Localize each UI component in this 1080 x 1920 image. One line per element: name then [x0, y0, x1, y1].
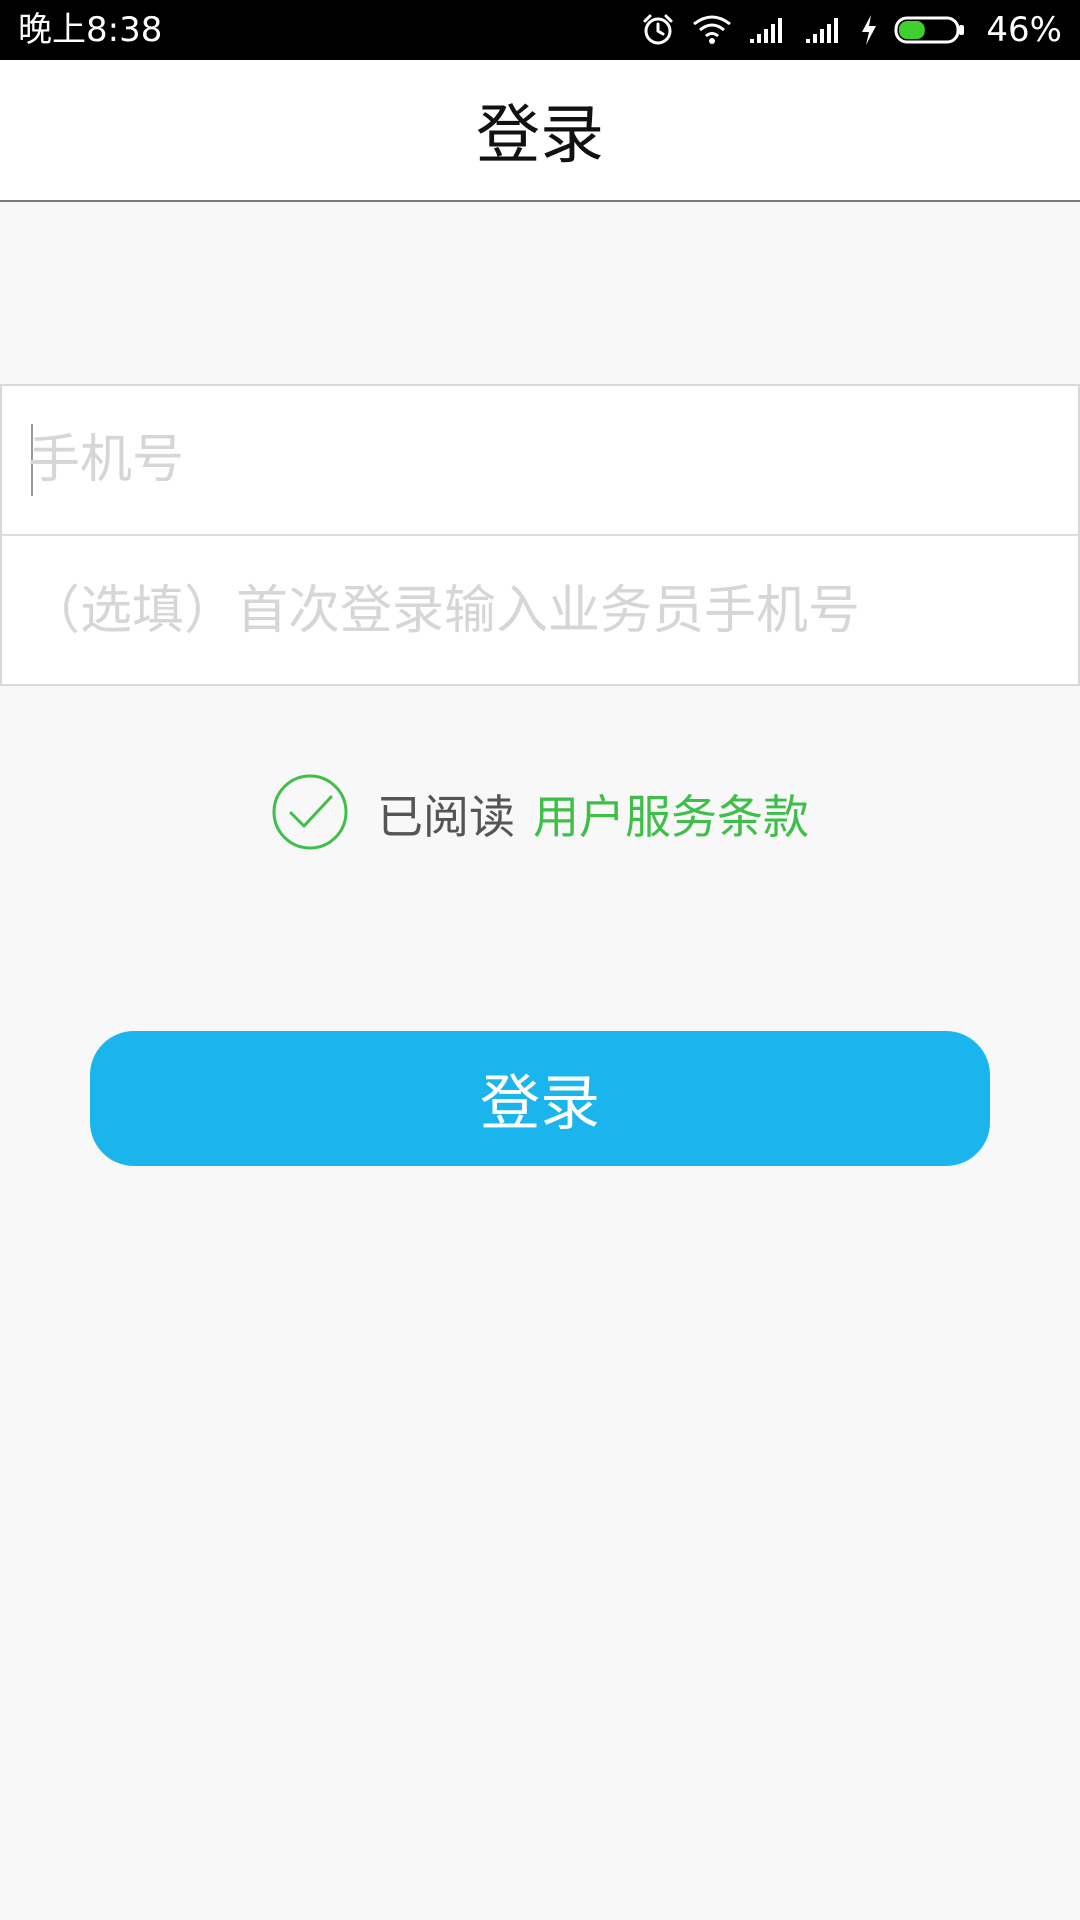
- battery-percent: 46%: [986, 10, 1062, 50]
- login-form: [0, 384, 1080, 686]
- salesman-phone-input[interactable]: [28, 536, 1048, 686]
- agreement-text: 已阅读 用户服务条款: [377, 781, 809, 847]
- charging-icon: [860, 14, 878, 46]
- agreement-row: 已阅读 用户服务条款: [0, 774, 1080, 854]
- phone-field-row: [2, 386, 1078, 536]
- app-bar: 登录: [0, 60, 1080, 202]
- salesman-field-row: [2, 536, 1078, 686]
- status-icons: 46%: [640, 8, 1062, 52]
- phone-input[interactable]: [28, 386, 1048, 534]
- status-bar: 晚上8:38 46%: [0, 0, 1080, 60]
- page-title: 登录: [476, 99, 604, 173]
- agreement-checkbox[interactable]: [271, 773, 349, 855]
- signal-icon-2: [804, 15, 844, 45]
- battery-icon: [894, 15, 966, 45]
- login-button[interactable]: 登录: [90, 1031, 990, 1166]
- status-time: 晚上8:38: [18, 10, 163, 50]
- signal-icon-1: [748, 15, 788, 45]
- terms-link[interactable]: 用户服务条款: [533, 781, 809, 847]
- wifi-icon: [692, 14, 732, 46]
- check-circle-icon: [272, 774, 348, 850]
- alarm-icon: [640, 12, 676, 48]
- read-label: 已阅读: [377, 790, 515, 844]
